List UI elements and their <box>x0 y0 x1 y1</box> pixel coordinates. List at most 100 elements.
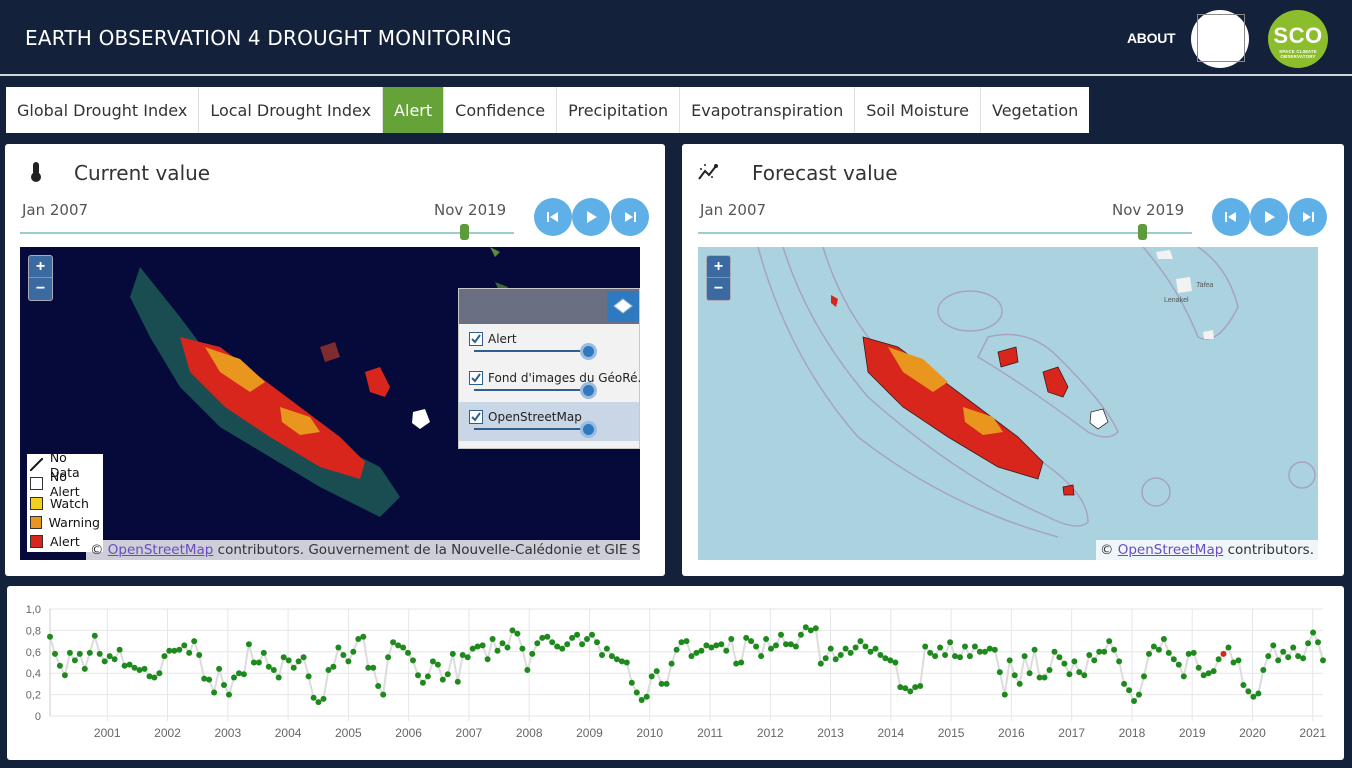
data-point[interactable] <box>305 673 312 680</box>
data-point[interactable] <box>797 631 804 638</box>
data-point[interactable] <box>792 643 799 650</box>
data-point[interactable] <box>1081 672 1088 679</box>
data-point[interactable] <box>245 641 252 648</box>
data-point[interactable] <box>1076 669 1083 676</box>
data-point[interactable] <box>136 667 143 673</box>
data-point[interactable] <box>275 674 282 681</box>
data-point[interactable] <box>748 638 755 645</box>
data-point[interactable] <box>1011 672 1018 679</box>
data-point[interactable] <box>842 645 849 652</box>
data-point[interactable] <box>81 665 88 672</box>
data-point[interactable] <box>330 663 337 670</box>
data-point[interactable] <box>947 639 954 646</box>
data-point[interactable] <box>986 645 993 652</box>
tab-vegetation[interactable]: Vegetation <box>981 87 1089 133</box>
data-point[interactable] <box>1310 629 1317 636</box>
data-point[interactable] <box>589 631 595 638</box>
data-point[interactable] <box>599 652 605 658</box>
openstreetmap-link[interactable]: OpenStreetMap <box>108 542 214 558</box>
data-point[interactable] <box>76 650 83 657</box>
data-point[interactable] <box>1170 656 1177 663</box>
data-point[interactable] <box>713 642 720 649</box>
data-point[interactable] <box>464 654 471 661</box>
data-point[interactable] <box>370 664 377 671</box>
data-point[interactable] <box>454 678 461 685</box>
data-point[interactable] <box>1235 657 1242 664</box>
data-point[interactable] <box>519 645 526 652</box>
data-point[interactable] <box>991 646 998 653</box>
data-point[interactable] <box>424 673 431 680</box>
time-slider-track[interactable] <box>698 232 1192 234</box>
data-point[interactable] <box>1175 661 1182 668</box>
data-point[interactable] <box>569 634 576 641</box>
data-point[interactable] <box>255 659 262 666</box>
data-point[interactable] <box>1320 657 1326 664</box>
data-point[interactable] <box>106 653 113 660</box>
zoom-out-button[interactable]: − <box>707 278 730 300</box>
play-button[interactable] <box>1250 198 1288 236</box>
data-point[interactable] <box>86 649 93 656</box>
data-point[interactable] <box>1240 682 1247 688</box>
data-point[interactable] <box>1106 638 1113 645</box>
data-point[interactable] <box>559 645 566 652</box>
data-point[interactable] <box>942 652 949 658</box>
data-point[interactable] <box>1185 650 1192 657</box>
data-point[interactable] <box>240 671 247 678</box>
play-button[interactable] <box>572 198 610 236</box>
layer-checkbox[interactable] <box>469 332 483 346</box>
data-point[interactable] <box>1091 657 1098 664</box>
data-point[interactable] <box>1190 649 1197 656</box>
data-point[interactable] <box>231 674 237 681</box>
data-point[interactable] <box>718 641 725 648</box>
data-point[interactable] <box>315 699 322 706</box>
data-point[interactable] <box>1160 636 1167 642</box>
opacity-slider[interactable] <box>474 428 596 430</box>
data-point[interactable] <box>196 652 203 658</box>
data-point[interactable] <box>479 642 486 649</box>
data-point[interactable] <box>265 663 272 670</box>
data-point[interactable] <box>111 656 118 663</box>
last-frame-button[interactable] <box>1289 198 1327 236</box>
data-point[interactable] <box>509 627 516 634</box>
data-point[interactable] <box>211 689 218 696</box>
openstreetmap-link[interactable]: OpenStreetMap <box>1118 542 1224 558</box>
data-point[interactable] <box>1101 648 1108 655</box>
time-slider-thumb[interactable] <box>1138 224 1147 240</box>
data-point[interactable] <box>1046 667 1053 673</box>
data-point[interactable] <box>812 625 819 632</box>
data-point[interactable] <box>837 652 844 658</box>
data-point[interactable] <box>1155 646 1162 653</box>
data-point[interactable] <box>957 654 963 661</box>
data-point[interactable] <box>191 638 198 645</box>
data-point[interactable] <box>574 631 581 638</box>
current-map[interactable]: + − No Data No Alert Watch Warning Alert… <box>20 247 640 560</box>
sco-logo[interactable]: SCO SPACE CLIMATE OBSERVATORY <box>1268 10 1328 68</box>
data-point[interactable] <box>1290 644 1297 651</box>
data-point[interactable] <box>768 645 774 652</box>
data-point[interactable] <box>1146 650 1152 657</box>
data-point[interactable] <box>126 661 133 668</box>
zoom-in-button[interactable]: + <box>707 256 730 278</box>
data-point[interactable] <box>504 644 511 651</box>
data-point[interactable] <box>753 643 760 650</box>
data-point[interactable] <box>603 645 610 652</box>
data-point[interactable] <box>1121 680 1128 687</box>
data-point[interactable] <box>415 672 421 679</box>
data-point[interactable] <box>181 642 188 649</box>
data-point[interactable] <box>186 649 193 656</box>
data-point[interactable] <box>206 676 213 683</box>
data-point[interactable] <box>1026 670 1033 677</box>
data-point[interactable] <box>1006 657 1013 664</box>
data-point[interactable] <box>1041 674 1048 681</box>
data-point[interactable] <box>902 685 909 692</box>
data-point[interactable] <box>1071 658 1078 665</box>
data-point[interactable] <box>320 695 327 702</box>
data-point[interactable] <box>643 693 650 700</box>
data-point[interactable] <box>52 650 58 657</box>
data-point[interactable] <box>429 658 436 665</box>
data-point[interactable] <box>1180 673 1187 680</box>
time-slider-thumb[interactable] <box>460 224 469 240</box>
about-link[interactable]: ABOUT <box>1127 30 1176 46</box>
first-frame-button[interactable] <box>1212 198 1250 236</box>
data-point[interactable] <box>1131 698 1137 704</box>
